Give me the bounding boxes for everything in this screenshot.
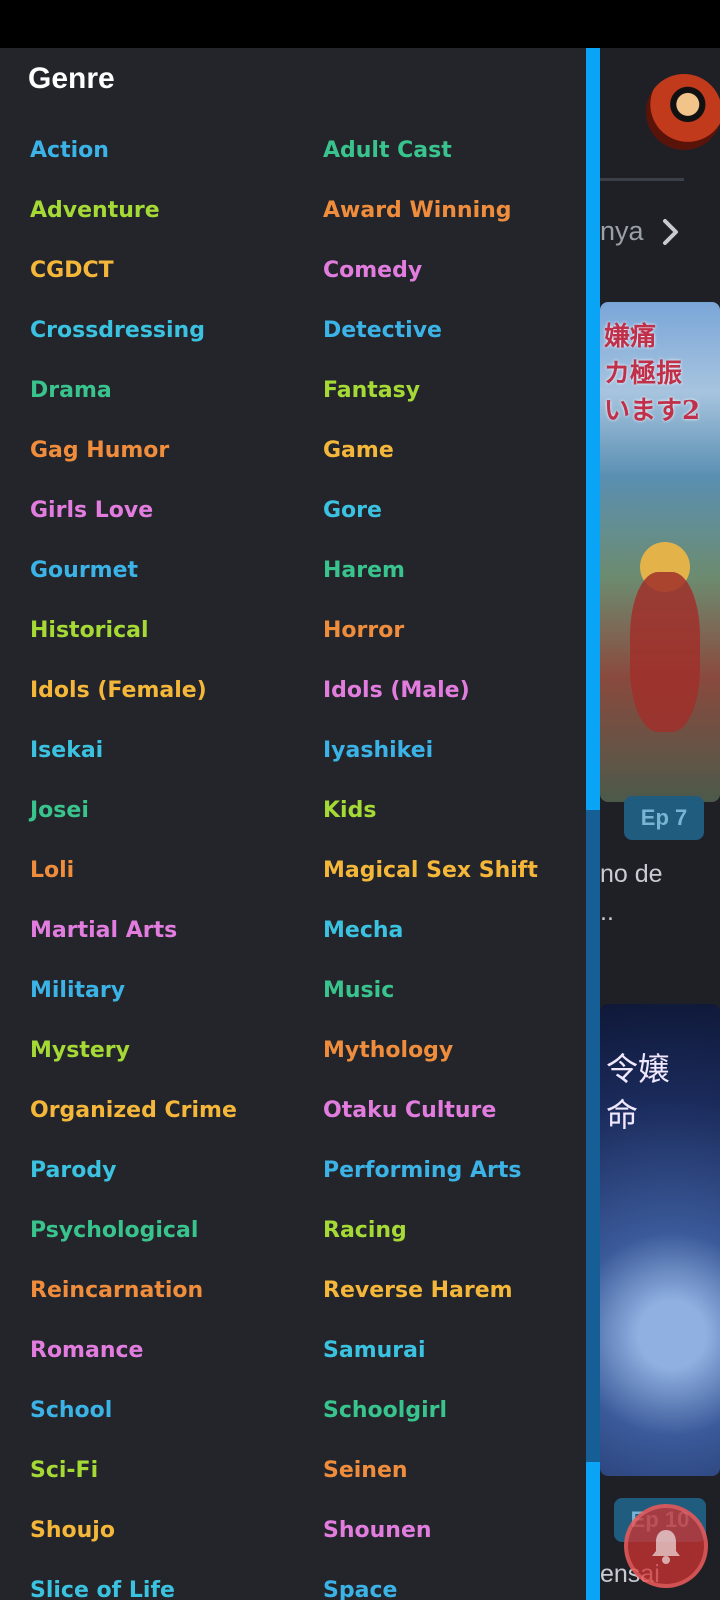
genre-item-schoolgirl[interactable]: Schoolgirl <box>323 1398 447 1423</box>
poster-text-line: 令嬢 <box>606 1050 671 1088</box>
genre-item-psychological[interactable]: Psychological <box>30 1218 198 1243</box>
genre-item-fantasy[interactable]: Fantasy <box>323 378 420 403</box>
chevron-right-icon[interactable] <box>660 218 682 246</box>
genre-item-idols-male[interactable]: Idols (Male) <box>323 678 470 703</box>
genre-item-crossdressing[interactable]: Crossdressing <box>30 318 205 343</box>
genre-drawer: Genre Action Adult Cast Adventure Award Win… <box>0 48 586 1600</box>
genre-item-shounen[interactable]: Shounen <box>323 1518 432 1543</box>
genre-item-mythology[interactable]: Mythology <box>323 1038 453 1063</box>
genre-item-otaku-culture[interactable]: Otaku Culture <box>323 1098 496 1123</box>
tab-label-partial[interactable]: nya <box>600 216 644 247</box>
genre-item-girls-love[interactable]: Girls Love <box>30 498 153 523</box>
genre-item-historical[interactable]: Historical <box>30 618 149 643</box>
genre-item-detective[interactable]: Detective <box>323 318 442 343</box>
genre-item-samurai[interactable]: Samurai <box>323 1338 426 1363</box>
drawer-title: Genre <box>28 62 115 95</box>
genre-item-music[interactable]: Music <box>323 978 394 1003</box>
episode-badge: Ep 7 <box>624 796 704 840</box>
genre-item-gag-humor[interactable]: Gag Humor <box>30 438 169 463</box>
genre-item-isekai[interactable]: Isekai <box>30 738 103 763</box>
genre-item-seinen[interactable]: Seinen <box>323 1458 408 1483</box>
genre-item-idols-female[interactable]: Idols (Female) <box>30 678 207 703</box>
genre-item-iyashikei[interactable]: Iyashikei <box>323 738 433 763</box>
genre-item-comedy[interactable]: Comedy <box>323 258 422 283</box>
poster-text-line: 命 <box>606 1096 639 1134</box>
genre-item-sci-fi[interactable]: Sci-Fi <box>30 1458 98 1483</box>
genre-item-loli[interactable]: Loli <box>30 858 74 883</box>
genre-item-school[interactable]: School <box>30 1398 112 1423</box>
genre-item-award-winning[interactable]: Award Winning <box>323 198 512 223</box>
poster-title-art: 令嬢命 <box>606 1044 670 1136</box>
scrollbar-thumb-lower[interactable] <box>586 1462 600 1600</box>
anime-title-partial[interactable]: no de <box>600 860 663 889</box>
genre-item-martial-arts[interactable]: Martial Arts <box>30 918 177 943</box>
poster-text-line: います2 <box>604 396 701 426</box>
genre-item-josei[interactable]: Josei <box>30 798 89 823</box>
genre-item-mystery[interactable]: Mystery <box>30 1038 130 1063</box>
genre-item-adventure[interactable]: Adventure <box>30 198 160 223</box>
poster-text-line: 嫌痛 <box>604 322 657 352</box>
genre-item-cgdct[interactable]: CGDCT <box>30 258 114 283</box>
genre-item-mecha[interactable]: Mecha <box>323 918 403 943</box>
genre-item-gore[interactable]: Gore <box>323 498 382 523</box>
genre-item-organized-crime[interactable]: Organized Crime <box>30 1098 237 1123</box>
genre-item-gourmet[interactable]: Gourmet <box>30 558 138 583</box>
poster-art-detail <box>630 572 700 732</box>
genre-item-drama[interactable]: Drama <box>30 378 112 403</box>
genre-item-horror[interactable]: Horror <box>323 618 404 643</box>
anime-poster[interactable]: 令嬢命 <box>600 1004 720 1476</box>
notification-fab[interactable] <box>624 1504 708 1588</box>
anime-poster[interactable]: 嫌痛カ極振います2 <box>600 302 720 802</box>
genre-item-shoujo[interactable]: Shoujo <box>30 1518 115 1543</box>
genre-item-performing-arts[interactable]: Performing Arts <box>323 1158 521 1183</box>
genre-item-reincarnation[interactable]: Reincarnation <box>30 1278 203 1303</box>
genre-item-military[interactable]: Military <box>30 978 125 1003</box>
scrollbar-thumb[interactable] <box>586 48 600 810</box>
genre-item-slice-of-life[interactable]: Slice of Life <box>30 1578 175 1600</box>
genre-item-action[interactable]: Action <box>30 138 109 163</box>
genre-item-magical-sex-shift[interactable]: Magical Sex Shift <box>323 858 538 883</box>
genre-item-reverse-harem[interactable]: Reverse Harem <box>323 1278 513 1303</box>
poster-title-art: 嫌痛カ極振います2 <box>604 316 700 427</box>
tab-divider <box>600 178 684 181</box>
genre-item-racing[interactable]: Racing <box>323 1218 407 1243</box>
genre-item-kids[interactable]: Kids <box>323 798 376 823</box>
status-bar <box>0 0 720 48</box>
genre-item-parody[interactable]: Parody <box>30 1158 116 1183</box>
genre-item-romance[interactable]: Romance <box>30 1338 143 1363</box>
avatar[interactable] <box>646 74 720 150</box>
genre-item-space[interactable]: Space <box>323 1578 397 1600</box>
poster-text-line: カ極振 <box>604 359 683 389</box>
genre-item-adult-cast[interactable]: Adult Cast <box>323 138 452 163</box>
genre-item-game[interactable]: Game <box>323 438 394 463</box>
genre-item-harem[interactable]: Harem <box>323 558 405 583</box>
bell-icon <box>652 1530 680 1564</box>
anime-title-partial[interactable]: .. <box>600 898 614 927</box>
